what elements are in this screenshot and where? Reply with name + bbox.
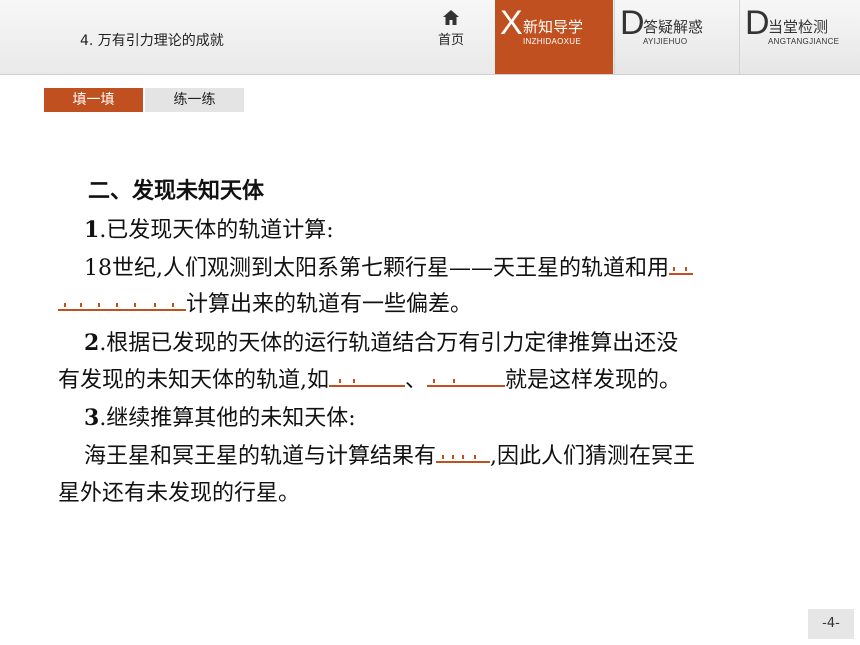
tab-label: 当堂检测 xyxy=(768,18,829,36)
page-number: -4- xyxy=(808,609,854,639)
item-number: 1 xyxy=(84,217,100,243)
home-icon xyxy=(443,10,459,25)
tab-label: 答疑解惑 xyxy=(643,18,704,36)
item2-line1: 2.根据已发现的天体的运行轨道结合万有引力定律推算出还没 xyxy=(84,325,678,357)
tab-label: 新知导学 xyxy=(523,18,584,36)
tab-pinyin: ANGTANGJIANCE xyxy=(768,37,840,46)
item1-line1: 18世纪,人们观测到太阳系第七颗行星——天王星的轨道和用 xyxy=(84,250,693,282)
answer-blank[interactable] xyxy=(669,253,693,275)
item-text: .继续推算其他的未知天体: xyxy=(99,406,356,431)
tab-initial: D xyxy=(745,4,770,42)
tab-xinzhidaoxue[interactable]: X 新知导学 INZHIDAOXUE xyxy=(495,0,613,74)
home-label: 首页 xyxy=(437,33,464,48)
tab-pinyin: AYIJIEHUO xyxy=(643,37,688,46)
item-text: .已发现天体的轨道计算: xyxy=(99,218,334,243)
item2-line2: 有发现的未知天体的轨道,如 、 就是这样发现的。 xyxy=(58,362,681,394)
tab-initial: X xyxy=(500,4,523,42)
item-text: 计算出来的轨道有一些偏差。 xyxy=(186,292,473,317)
answer-blank[interactable] xyxy=(436,441,491,463)
item-text: 就是这样发现的。 xyxy=(505,368,682,393)
answer-blank[interactable] xyxy=(427,365,506,387)
item3-line2: 星外还有未发现的行星。 xyxy=(58,481,301,506)
section-heading: 二、发现未知天体 xyxy=(88,179,265,204)
subtab-fill[interactable]: 填一填 xyxy=(44,88,143,112)
home-button[interactable]: 首页 xyxy=(428,6,474,66)
answer-blank[interactable] xyxy=(58,289,186,311)
item-separator: 、 xyxy=(405,368,428,393)
item-text: 海王星和冥王星的轨道与计算结果有 xyxy=(84,444,437,469)
item-number: 2 xyxy=(84,330,100,356)
tab-dangtangjiance[interactable]: D 当堂检测 ANGTANGJIANCE xyxy=(739,0,860,74)
tab-dayijiehuo[interactable]: D 答疑解惑 AYIJIEHUO xyxy=(614,0,739,74)
item-text: 18世纪,人们观测到太阳系第七颗行星——天王星的轨道和用 xyxy=(84,256,669,281)
item-number: 3 xyxy=(84,405,100,431)
lesson-title: 4. 万有引力理论的成就 xyxy=(80,33,224,49)
tab-pinyin: INZHIDAOXUE xyxy=(523,37,581,46)
item-text: 有发现的未知天体的轨道,如 xyxy=(58,368,329,393)
item3-title: 3.继续推算其他的未知天体: xyxy=(84,400,356,432)
item1-line2: 计算出来的轨道有一些偏差。 xyxy=(58,286,472,318)
subtab-practice[interactable]: 练一练 xyxy=(145,88,244,112)
top-header: 4. 万有引力理论的成就 首页 X 新知导学 INZHIDAOXUE D 答疑解… xyxy=(0,0,860,75)
item3-line1: 海王星和冥王星的轨道与计算结果有 ,因此人们猜测在冥王 xyxy=(84,438,695,470)
item-text: .根据已发现的天体的运行轨道结合万有引力定律推算出还没 xyxy=(99,331,679,356)
item-text: ,因此人们猜测在冥王 xyxy=(490,444,696,469)
item1-title: 1.已发现天体的轨道计算: xyxy=(84,212,334,244)
answer-blank[interactable] xyxy=(329,365,405,387)
tab-initial: D xyxy=(620,4,645,42)
